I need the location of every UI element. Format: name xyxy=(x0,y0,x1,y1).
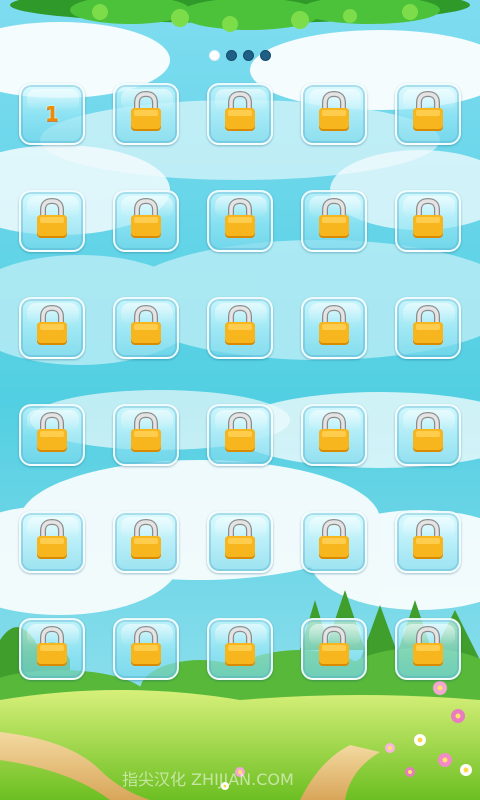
padlock-icon xyxy=(222,90,258,137)
padlock-icon xyxy=(410,304,446,351)
padlock-icon xyxy=(316,197,352,244)
padlock-icon xyxy=(128,411,164,458)
level-tile-locked[interactable] xyxy=(207,83,273,145)
level-tile-locked[interactable] xyxy=(395,190,461,252)
level-tile-locked[interactable] xyxy=(395,297,461,359)
level-tile-locked[interactable] xyxy=(395,83,461,145)
padlock-icon xyxy=(34,625,70,672)
padlock-icon xyxy=(316,625,352,672)
padlock-icon xyxy=(316,90,352,137)
padlock-icon xyxy=(410,197,446,244)
padlock-icon xyxy=(34,518,70,565)
padlock-icon xyxy=(34,197,70,244)
level-tile-locked[interactable] xyxy=(301,297,367,359)
padlock-icon xyxy=(128,90,164,137)
padlock-icon xyxy=(222,625,258,672)
padlock-icon xyxy=(410,411,446,458)
page-dot-3[interactable] xyxy=(243,50,254,61)
padlock-icon xyxy=(222,197,258,244)
page-dot-1[interactable] xyxy=(209,50,220,61)
level-tile-locked[interactable] xyxy=(207,297,273,359)
watermark: 指尖汉化 ZHIJIAN.COM xyxy=(122,770,294,789)
level-tile-locked[interactable] xyxy=(395,404,461,466)
padlock-icon xyxy=(34,411,70,458)
level-grid: 1 xyxy=(19,83,461,680)
padlock-icon xyxy=(128,197,164,244)
level-tile-locked[interactable] xyxy=(301,511,367,573)
level-tile-locked[interactable] xyxy=(113,511,179,573)
padlock-icon xyxy=(316,518,352,565)
level-tile-locked[interactable] xyxy=(113,190,179,252)
level-tile-locked[interactable] xyxy=(301,190,367,252)
padlock-icon xyxy=(222,304,258,351)
level-tile-locked[interactable] xyxy=(301,404,367,466)
level-tile-locked[interactable] xyxy=(113,618,179,680)
level-tile-locked[interactable] xyxy=(395,618,461,680)
padlock-icon xyxy=(128,625,164,672)
level-tile-locked[interactable] xyxy=(19,511,85,573)
padlock-icon xyxy=(128,518,164,565)
level-tile-locked[interactable] xyxy=(207,618,273,680)
padlock-icon xyxy=(410,518,446,565)
level-tile-locked[interactable] xyxy=(207,511,273,573)
page-dot-2[interactable] xyxy=(226,50,237,61)
level-tile-locked[interactable] xyxy=(207,190,273,252)
padlock-icon xyxy=(128,304,164,351)
level-tile-locked[interactable] xyxy=(207,404,273,466)
level-tile-unlocked[interactable]: 1 xyxy=(19,83,85,145)
level-tile-locked[interactable] xyxy=(19,404,85,466)
level-tile-locked[interactable] xyxy=(113,297,179,359)
padlock-icon xyxy=(316,304,352,351)
padlock-icon xyxy=(316,411,352,458)
padlock-icon xyxy=(410,90,446,137)
page-indicator xyxy=(0,50,480,64)
level-tile-locked[interactable] xyxy=(395,511,461,573)
level-tile-locked[interactable] xyxy=(19,297,85,359)
padlock-icon xyxy=(222,518,258,565)
level-tile-locked[interactable] xyxy=(301,618,367,680)
padlock-icon xyxy=(34,304,70,351)
level-tile-locked[interactable] xyxy=(113,83,179,145)
level-number: 1 xyxy=(45,102,59,126)
page-dot-4[interactable] xyxy=(260,50,271,61)
level-tile-locked[interactable] xyxy=(301,83,367,145)
level-tile-locked[interactable] xyxy=(19,190,85,252)
padlock-icon xyxy=(222,411,258,458)
padlock-icon xyxy=(410,625,446,672)
level-tile-locked[interactable] xyxy=(113,404,179,466)
level-tile-locked[interactable] xyxy=(19,618,85,680)
